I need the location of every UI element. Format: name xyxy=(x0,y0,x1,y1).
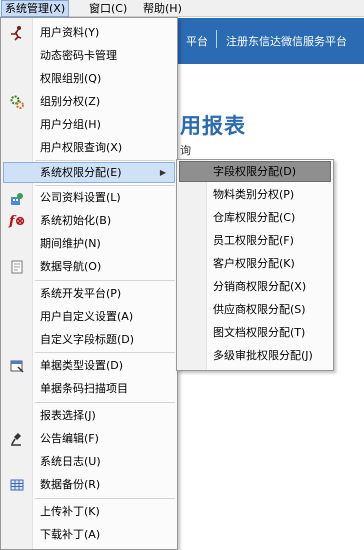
page-subtitle: 询 xyxy=(180,144,191,157)
submenu-item-material-category-permission[interactable]: 物料类别分权(P) xyxy=(179,184,331,205)
header-wechat-link[interactable]: 注册东信达微信服务平台 xyxy=(226,33,347,49)
menu-item-barcode-scan-items[interactable]: 单据条码扫描项目 xyxy=(3,378,175,399)
submenu-item-employee-permission[interactable]: 员工权限分配(F) xyxy=(179,230,331,251)
submenu-item-multilevel-approval-permission[interactable]: 多级审批权限分配(J) xyxy=(179,345,331,366)
menu-item-company-settings[interactable]: 公司资料设置(L) xyxy=(3,187,175,208)
menu-bar: 系统管理(X) 窗口(C) 帮助(H) xyxy=(0,0,364,17)
menu-item-system-initialization[interactable]: 系统初始化(B) xyxy=(3,210,175,231)
app-header-banner: 平台 注册东信达微信服务平台 xyxy=(176,18,364,64)
chevron-right-icon: ▶ xyxy=(159,168,166,177)
menu-help[interactable]: 帮助(H) xyxy=(140,1,185,16)
menu-separator xyxy=(35,160,175,161)
menu-item-user-grouping[interactable]: 用户分组(H) xyxy=(3,114,175,135)
menu-item-download-patch[interactable]: 下载补丁(A) xyxy=(3,524,175,545)
menu-window[interactable]: 窗口(C) xyxy=(86,1,130,16)
menu-item-custom-field-titles[interactable]: 自定义字段标题(D) xyxy=(3,329,175,350)
menu-item-permission-groups[interactable]: 权限组别(Q) xyxy=(3,68,175,89)
submenu-item-customer-permission[interactable]: 客户权限分配(K) xyxy=(179,253,331,274)
menu-item-user-permission-query[interactable]: 用户权限查询(X) xyxy=(3,137,175,158)
menu-item-dynamic-password-card[interactable]: 动态密码卡管理 xyxy=(3,45,175,66)
menu-system-management[interactable]: 系统管理(X) xyxy=(0,0,70,17)
submenu-item-field-permission[interactable]: 字段权限分配(D) xyxy=(179,161,331,182)
submenu-item-warehouse-permission[interactable]: 仓库权限分配(C) xyxy=(179,207,331,228)
menu-separator xyxy=(35,498,175,499)
menu-item-announcement-edit[interactable]: 公告编辑(F) xyxy=(3,428,175,449)
menu-separator xyxy=(35,352,175,353)
header-platform-link[interactable]: 平台 xyxy=(186,33,208,49)
menu-separator xyxy=(35,185,175,186)
menu-item-system-log[interactable]: 系统日志(U) xyxy=(3,451,175,472)
menu-separator xyxy=(35,280,175,281)
submenu-item-document-permission[interactable]: 图文档权限分配(T) xyxy=(179,322,331,343)
menu-item-user-profile[interactable]: 用户资料(Y) xyxy=(3,22,175,43)
menu-item-data-navigation[interactable]: 数据导航(O) xyxy=(3,256,175,277)
menu-item-period-maintenance[interactable]: 期间维护(N) xyxy=(3,233,175,254)
menu-item-system-permission-allocation[interactable]: 系统权限分配(E) ▶ xyxy=(3,162,175,183)
menu-item-label: 系统权限分配(E) xyxy=(40,166,122,179)
menu-separator xyxy=(35,402,175,403)
page-title: 用报表 xyxy=(180,114,246,138)
menu-item-document-type-settings[interactable]: 单据类型设置(D) xyxy=(3,355,175,376)
system-management-menu: 用户资料(Y) 动态密码卡管理 权限组别(Q) 组别分权(Z) 用户分组(H) … xyxy=(0,17,178,550)
menu-item-upload-patch[interactable]: 上传补丁(K) xyxy=(3,501,175,522)
menu-item-data-backup[interactable]: 数据备份(R) xyxy=(3,474,175,495)
menu-item-report-selection[interactable]: 报表选择(J) xyxy=(3,405,175,426)
submenu-item-distributor-permission[interactable]: 分销商权限分配(X) xyxy=(179,276,331,297)
permission-allocation-submenu: 字段权限分配(D) 物料类别分权(P) 仓库权限分配(C) 员工权限分配(F) … xyxy=(176,159,334,371)
menu-item-user-custom-settings[interactable]: 用户自定义设置(A) xyxy=(3,306,175,327)
menu-item-group-permissions[interactable]: 组别分权(Z) xyxy=(3,91,175,112)
header-separator xyxy=(216,30,217,48)
submenu-item-supplier-permission[interactable]: 供应商权限分配(S) xyxy=(179,299,331,320)
menu-item-dev-platform[interactable]: 系统开发平台(P) xyxy=(3,283,175,304)
